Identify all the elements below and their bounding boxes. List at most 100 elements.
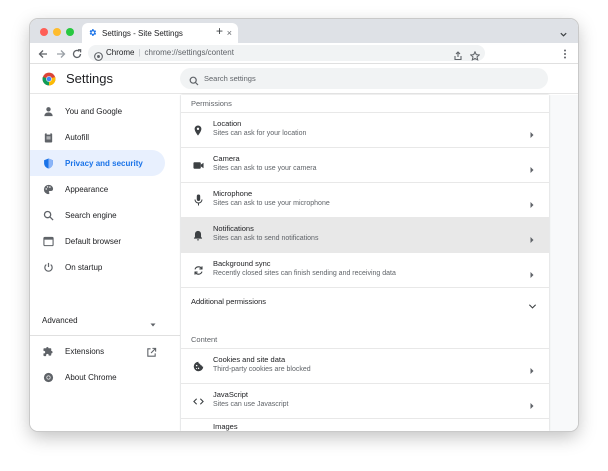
- sidebar-item-appearance[interactable]: Appearance: [30, 176, 165, 202]
- row-subtitle: Sites can use Javascript: [213, 401, 289, 408]
- sidebar-advanced-toggle[interactable]: Advanced: [42, 312, 157, 328]
- sidebar-item-label: Default browser: [65, 236, 122, 246]
- row-title: JavaScript: [213, 390, 249, 399]
- arrow-right-icon: [529, 196, 535, 214]
- tab-strip: Settings - Site Settings × +: [30, 19, 578, 43]
- sidebar-item-label: About Chrome: [65, 372, 117, 382]
- sync-icon: [192, 264, 204, 276]
- permission-row-background-sync[interactable]: Background sync Recently closed sites ca…: [181, 252, 549, 287]
- location-icon: [192, 124, 204, 136]
- permission-row-microphone[interactable]: Microphone Sites can ask to use your mic…: [181, 182, 549, 217]
- row-title: Notifications: [213, 224, 254, 233]
- site-settings-card: Permissions Location Sites can ask for y…: [181, 95, 549, 431]
- omnibox-site-label: Chrome: [106, 48, 135, 57]
- code-icon: [192, 395, 204, 407]
- power-icon: [42, 261, 54, 273]
- row-subtitle: Recently closed sites can finish sending…: [213, 270, 396, 277]
- sidebar-item-extensions[interactable]: Extensions: [30, 338, 165, 364]
- close-window-button[interactable]: [40, 28, 48, 36]
- additional-permissions-label: Additional permissions: [191, 297, 267, 306]
- tab-search-chevron-icon[interactable]: [559, 26, 568, 44]
- row-subtitle: Sites can ask to use your camera: [213, 165, 317, 172]
- camera-icon: [192, 159, 204, 171]
- arrow-right-icon: [529, 397, 535, 415]
- settings-header: Settings: [30, 64, 578, 94]
- zoom-window-button[interactable]: [66, 28, 74, 36]
- sidebar-item-you-and-google[interactable]: You and Google: [30, 98, 165, 124]
- close-tab-icon[interactable]: ×: [227, 27, 232, 39]
- arrow-right-icon: [529, 126, 535, 144]
- settings-sidebar: You and Google Autofill Privacy and secu…: [30, 95, 180, 431]
- permission-row-camera[interactable]: Camera Sites can ask to use your camera: [181, 147, 549, 182]
- row-title: Background sync: [213, 259, 271, 268]
- bell-icon: [192, 229, 204, 241]
- row-title: Camera: [213, 154, 240, 163]
- tab-title: Settings - Site Settings: [102, 28, 183, 38]
- new-tab-button[interactable]: +: [216, 25, 223, 37]
- row-subtitle: Sites can ask to use your microphone: [213, 200, 330, 207]
- omnibox-url: chrome://settings/content: [144, 48, 234, 57]
- additional-permissions-toggle[interactable]: Additional permissions: [181, 287, 549, 313]
- content-section-title: Content: [191, 335, 218, 344]
- microphone-icon: [192, 194, 204, 206]
- sidebar-item-label: Search engine: [65, 210, 117, 220]
- permission-row-location[interactable]: Location Sites can ask for your location: [181, 112, 549, 147]
- more-menu-icon[interactable]: [562, 47, 568, 65]
- omnibox-text: Chrome | chrome://settings/content: [106, 48, 234, 57]
- arrow-right-icon: [529, 266, 535, 284]
- sidebar-item-label: On startup: [65, 262, 103, 272]
- row-title: Images: [213, 422, 238, 431]
- row-title: Microphone: [213, 189, 253, 198]
- content-row-cookies[interactable]: Cookies and site data Third-party cookie…: [181, 348, 549, 383]
- palette-icon: [42, 183, 54, 195]
- content-row-images[interactable]: Images: [181, 418, 549, 431]
- search-settings-input[interactable]: [204, 71, 524, 86]
- row-subtitle: Sites can ask to send notifications: [213, 235, 319, 242]
- arrow-right-icon: [529, 362, 535, 380]
- sidebar-item-label: You and Google: [65, 106, 123, 116]
- caret-down-icon: [149, 316, 157, 334]
- arrow-right-icon: [529, 231, 535, 249]
- arrow-right-icon: [529, 161, 535, 179]
- sidebar-item-label: Autofill: [65, 132, 90, 142]
- permissions-section-title: Permissions: [191, 99, 232, 108]
- search-icon: [189, 73, 199, 91]
- tab-settings[interactable]: Settings - Site Settings ×: [82, 23, 238, 43]
- reload-icon[interactable]: [71, 47, 83, 59]
- search-box[interactable]: [180, 68, 548, 89]
- sidebar-divider: [30, 335, 180, 336]
- chrome-logo-icon: [42, 72, 56, 91]
- sidebar-item-on-startup[interactable]: On startup: [30, 254, 165, 280]
- back-arrow-icon[interactable]: [37, 47, 49, 59]
- browser-toolbar: Chrome | chrome://settings/content: [30, 43, 578, 64]
- browser-icon: [42, 235, 54, 247]
- person-icon: [42, 105, 54, 117]
- chevron-down-icon: [528, 297, 537, 315]
- sidebar-item-about-chrome[interactable]: About Chrome: [30, 364, 165, 390]
- shield-icon: [42, 157, 54, 169]
- sidebar-item-label: Privacy and security: [65, 158, 143, 168]
- address-bar[interactable]: Chrome | chrome://settings/content: [88, 45, 485, 61]
- puzzle-icon: [42, 345, 54, 357]
- row-subtitle: Third-party cookies are blocked: [213, 366, 311, 373]
- content-row-javascript[interactable]: JavaScript Sites can use Javascript: [181, 383, 549, 418]
- sidebar-item-label: Appearance: [65, 184, 109, 194]
- row-title: Cookies and site data: [213, 355, 286, 364]
- sidebar-item-autofill[interactable]: Autofill: [30, 124, 165, 150]
- clipboard-icon: [42, 131, 54, 143]
- sidebar-item-label: Extensions: [65, 346, 105, 356]
- forward-arrow-icon[interactable]: [55, 47, 67, 59]
- chrome-icon: [42, 371, 54, 383]
- sidebar-advanced-label: Advanced: [42, 315, 78, 325]
- search-icon: [42, 209, 54, 221]
- sidebar-item-privacy-and-security[interactable]: Privacy and security: [30, 150, 165, 176]
- sidebar-item-default-browser[interactable]: Default browser: [30, 228, 165, 254]
- sidebar-item-search-engine[interactable]: Search engine: [30, 202, 165, 228]
- minimize-window-button[interactable]: [53, 28, 61, 36]
- cookie-icon: [192, 360, 204, 372]
- row-title: Location: [213, 119, 242, 128]
- gear-icon: [88, 24, 97, 42]
- permission-row-notifications[interactable]: Notifications Sites can ask to send noti…: [181, 217, 549, 252]
- row-subtitle: Sites can ask for your location: [213, 130, 307, 137]
- browser-window: Settings - Site Settings × + Chrome | chro…: [30, 19, 578, 431]
